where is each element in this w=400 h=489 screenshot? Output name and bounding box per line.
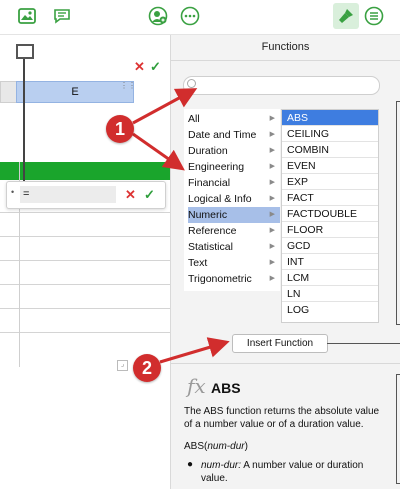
toolbar xyxy=(0,0,400,35)
row-divider xyxy=(0,332,170,333)
function-item-int[interactable]: INT xyxy=(282,254,378,270)
category-label: Engineering xyxy=(188,161,245,173)
function-description-text: The ABS function returns the absolute va… xyxy=(184,406,380,430)
divider xyxy=(171,363,400,364)
chevron-right-icon: ▶ xyxy=(269,115,275,122)
cell-pointer-marker xyxy=(16,44,34,59)
callout-badge-1: 1 xyxy=(106,115,134,143)
category-label: Text xyxy=(188,257,208,269)
category-label: Reference xyxy=(188,225,237,237)
function-description-title: ABS xyxy=(211,380,241,396)
callout-bracket xyxy=(396,374,400,484)
check-icon[interactable]: ✓ xyxy=(150,59,161,75)
callout-bracket xyxy=(396,101,400,325)
cell-ref-dot: • xyxy=(11,187,15,197)
column-drag-handle[interactable]: ⋮⋮ xyxy=(120,82,136,98)
column-header-e[interactable]: E xyxy=(16,81,134,103)
bullet-icon: ● xyxy=(187,459,194,470)
category-item-statistical[interactable]: Statistical ▶ xyxy=(188,239,280,255)
function-fx-icon: fx xyxy=(187,374,206,398)
function-item-abs[interactable]: ABS xyxy=(282,110,378,126)
function-item-factdouble[interactable]: FACTDOUBLE xyxy=(282,206,378,222)
chevron-right-icon: ▶ xyxy=(269,259,275,266)
function-item-floor[interactable]: FLOOR xyxy=(282,222,378,238)
category-item-date-and-time[interactable]: Date and Time ▶ xyxy=(188,127,280,143)
category-item-logical-info[interactable]: Logical & Info ▶ xyxy=(188,191,280,207)
syntax-name: ABS( xyxy=(184,441,208,452)
insert-function-button[interactable]: Insert Function xyxy=(232,334,328,353)
function-list: ABS CEILING COMBIN EVEN EXP FACT FACTDOU… xyxy=(281,109,379,323)
chevron-right-icon: ▶ xyxy=(269,195,275,202)
add-person-icon[interactable] xyxy=(148,6,168,26)
callout-leader-line xyxy=(327,343,400,344)
category-label: Duration xyxy=(188,145,228,157)
category-item-duration[interactable]: Duration ▶ xyxy=(188,143,280,159)
chevron-right-icon: ▶ xyxy=(269,211,275,218)
format-brush-icon[interactable] xyxy=(333,3,359,29)
category-item-engineering[interactable]: Engineering ▶ xyxy=(188,159,280,175)
panel-title: Functions xyxy=(261,41,310,53)
search-icon xyxy=(187,79,196,88)
callout-badge-2: 2 xyxy=(133,354,161,382)
argument-description: num-dur: A number value or duration valu… xyxy=(201,459,391,485)
divider xyxy=(171,60,400,61)
syntax-argument: num-dur xyxy=(207,441,245,452)
function-item-even[interactable]: EVEN xyxy=(282,158,378,174)
chevron-right-icon: ▶ xyxy=(269,243,275,250)
more-icon[interactable] xyxy=(180,6,200,26)
row-divider xyxy=(0,236,170,237)
function-item-combin[interactable]: COMBIN xyxy=(282,142,378,158)
argument-name: num-dur: xyxy=(201,460,242,471)
row-divider xyxy=(0,212,170,213)
category-label: Trigonometric xyxy=(188,273,252,285)
syntax-close: ) xyxy=(244,441,248,452)
category-item-reference[interactable]: Reference ▶ xyxy=(188,223,280,239)
functions-panel: Functions All ▶ Date and Time ▶ Duration ▶ … xyxy=(171,35,400,489)
category-item-numeric[interactable]: Numeric ▶ xyxy=(188,207,280,223)
row-divider xyxy=(0,308,170,309)
chevron-right-icon: ▶ xyxy=(269,163,275,170)
check-icon[interactable]: ✓ xyxy=(144,187,155,203)
function-item-ceiling[interactable]: CEILING xyxy=(282,126,378,142)
formula-input[interactable]: = xyxy=(20,186,116,203)
category-item-financial[interactable]: Financial ▶ xyxy=(188,175,280,191)
image-icon[interactable] xyxy=(17,6,37,26)
comment-icon[interactable] xyxy=(52,6,72,26)
category-label: Financial xyxy=(188,177,231,189)
formula-editor[interactable]: • = ✕ ✓ xyxy=(6,181,166,209)
row-divider xyxy=(0,284,170,285)
function-item-lcm[interactable]: LCM xyxy=(282,270,378,286)
function-item-fact[interactable]: FACT xyxy=(282,190,378,206)
category-item-trigonometric[interactable]: Trigonometric ▶ xyxy=(188,271,280,287)
category-label: All xyxy=(188,113,200,125)
category-label: Logical & Info xyxy=(188,193,252,205)
spreadsheet-area: ✕ ✓ E ⋮⋮ • = ✕ ✓ ⌟ xyxy=(0,35,171,489)
chevron-right-icon: ▶ xyxy=(269,275,275,282)
function-item-log[interactable]: LOG xyxy=(282,302,378,318)
chevron-right-icon: ▶ xyxy=(269,227,275,234)
header-row-green xyxy=(0,162,170,180)
function-item-gcd[interactable]: GCD xyxy=(282,238,378,254)
chevron-right-icon: ▶ xyxy=(269,179,275,186)
cell-pointer-line xyxy=(23,50,25,195)
function-item-exp[interactable]: EXP xyxy=(282,174,378,190)
row-divider xyxy=(0,260,170,261)
category-label: Numeric xyxy=(188,209,228,221)
close-icon[interactable]: ✕ xyxy=(125,187,136,203)
chevron-right-icon: ▶ xyxy=(269,147,275,154)
function-syntax: ABS(num-dur) xyxy=(184,441,248,452)
search-input[interactable] xyxy=(183,76,380,95)
category-list: All ▶ Date and Time ▶ Duration ▶ Engineerin… xyxy=(184,109,280,291)
table-resize-handle[interactable]: ⌟ xyxy=(117,360,128,371)
category-item-all[interactable]: All ▶ xyxy=(188,111,280,127)
menu-icon[interactable] xyxy=(364,6,384,26)
category-item-text[interactable]: Text ▶ xyxy=(188,255,280,271)
function-item-ln[interactable]: LN xyxy=(282,286,378,302)
chevron-right-icon: ▶ xyxy=(269,131,275,138)
category-label: Date and Time xyxy=(188,129,257,141)
category-label: Statistical xyxy=(188,241,233,253)
close-icon[interactable]: ✕ xyxy=(134,59,145,75)
